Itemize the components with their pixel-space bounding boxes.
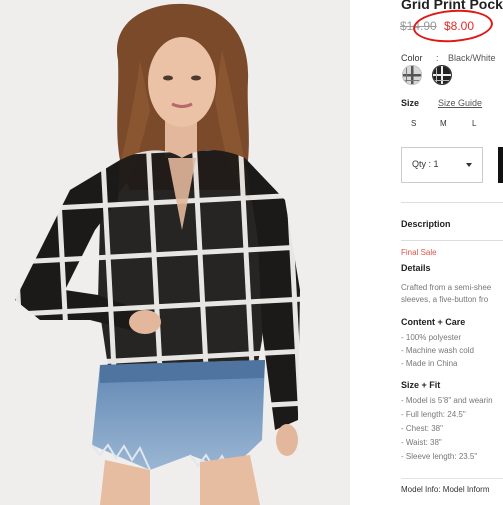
final-sale-label: Final Sale <box>401 248 437 257</box>
color-separator: : <box>436 53 439 63</box>
details-text-line: sleeves, a five-button fro <box>401 295 489 304</box>
quantity-value: Qty : 1 <box>412 159 439 169</box>
caret-down-icon <box>466 163 472 167</box>
color-swatch-grid-dark[interactable] <box>432 65 452 85</box>
content-care-heading: Content + Care <box>401 317 466 327</box>
size-option-m[interactable]: M <box>440 119 447 128</box>
model-info-text: Model Info: Model Inform <box>401 485 490 494</box>
size-fit-item: - Full length: 24.5" <box>401 410 466 419</box>
size-label: Size <box>401 98 420 108</box>
content-care-item: - Machine wash cold <box>401 346 474 355</box>
quantity-select[interactable]: Qty : 1 <box>401 147 483 183</box>
size-option-s[interactable]: S <box>411 119 416 128</box>
product-image[interactable] <box>0 0 350 505</box>
price-annotation-circle <box>411 7 495 45</box>
content-care-item: - 100% polyester <box>401 333 462 342</box>
divider <box>401 240 503 241</box>
size-fit-item: - Waist: 38" <box>401 438 442 447</box>
grid-swatch-icon <box>433 66 451 84</box>
description-tab[interactable]: Description <box>401 219 451 229</box>
color-swatch-grid-light[interactable] <box>402 65 422 85</box>
size-fit-item: - Model is 5'8" and wearin <box>401 396 493 405</box>
details-text-line: Crafted from a semi-shee <box>401 283 492 292</box>
size-fit-item: - Chest: 38" <box>401 424 443 433</box>
size-fit-heading: Size + Fit <box>401 380 441 390</box>
size-fit-item: - Sleeve length: 23.5" <box>401 452 478 461</box>
add-to-cart-button[interactable] <box>498 147 503 183</box>
product-info-panel: Grid Print Pock $14.90 $8.00 Color : Bla… <box>380 0 503 505</box>
divider <box>401 202 503 203</box>
color-value: Black/White <box>448 53 496 63</box>
divider <box>401 478 503 479</box>
grid-swatch-icon <box>403 66 421 84</box>
color-label: Color <box>401 53 423 63</box>
content-care-item: - Made in China <box>401 359 458 368</box>
size-guide-link[interactable]: Size Guide <box>438 98 482 108</box>
details-heading: Details <box>401 263 431 273</box>
size-option-l[interactable]: L <box>472 119 476 128</box>
product-photo-illustration <box>0 0 350 505</box>
